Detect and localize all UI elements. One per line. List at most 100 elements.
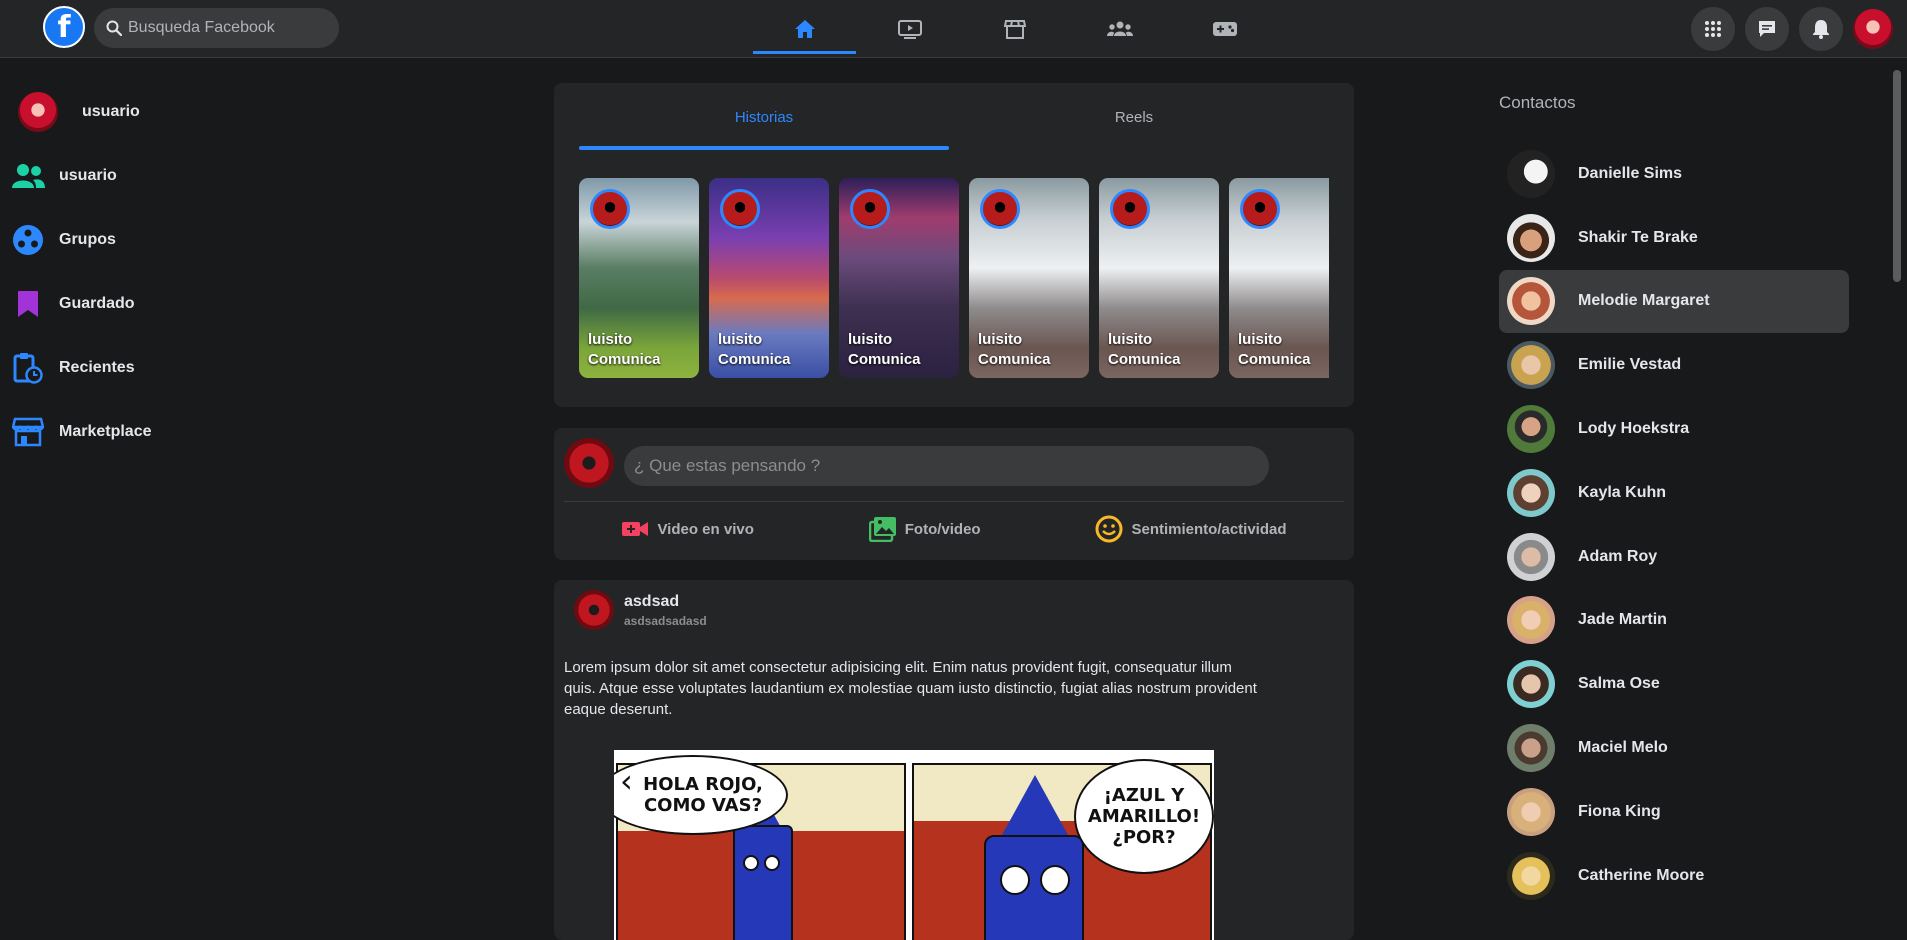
sidebar-item-saved[interactable]: Guardado [0, 272, 300, 336]
contact-item[interactable]: Catherine Moore [1499, 844, 1849, 908]
tab-reels[interactable]: Reels [949, 103, 1319, 148]
sidebar-profile-name: usuario [82, 103, 140, 120]
smiley-icon [1095, 515, 1123, 543]
contact-item[interactable]: Shakir Te Brake [1499, 206, 1849, 270]
messenger-icon [1759, 21, 1775, 37]
sidebar-item-friends[interactable]: usuario [0, 144, 300, 208]
action-label: Sentimiento/actividad [1131, 520, 1287, 538]
feed-post: asdsad asdsadsadasd Lorem ipsum dolor si… [554, 580, 1354, 940]
contact-item[interactable]: Melodie Margaret [1499, 269, 1849, 334]
contact-item[interactable]: Lody Hoekstra [1499, 397, 1849, 461]
contact-name: Catherine Moore [1578, 866, 1705, 884]
sidebar-item-profile[interactable]: usuario [0, 80, 300, 144]
nav-tab-marketplace[interactable] [962, 0, 1067, 58]
contact-item[interactable]: Adam Roy [1499, 525, 1849, 589]
story-card[interactable]: luisito Comunica [839, 178, 959, 378]
avatar [1507, 277, 1555, 326]
story-avatar [850, 189, 890, 229]
feeling-activity-button[interactable]: Sentimiento/actividad [1095, 515, 1287, 543]
profile-avatar[interactable] [1853, 9, 1893, 49]
contact-name: Danielle Sims [1578, 164, 1683, 182]
sidebar-item-label: Guardado [59, 295, 135, 312]
header-actions [1691, 7, 1893, 51]
story-card[interactable]: luisito Comunica [1099, 178, 1219, 378]
composer-input[interactable] [624, 446, 1269, 486]
sidebar-item-recent[interactable]: Recientes [0, 336, 300, 400]
story-name: luisito Comunica [1238, 331, 1311, 368]
nav-tab-watch[interactable] [857, 0, 962, 58]
stories-strip: luisito Comunica luisito Comunica luisit… [579, 178, 1329, 378]
avatar [564, 438, 614, 488]
avatar [1507, 724, 1555, 773]
messenger-button[interactable] [1745, 7, 1789, 51]
crayon-eye [1000, 865, 1030, 895]
contact-item[interactable]: Fiona King [1499, 780, 1849, 844]
nav-tab-gaming[interactable] [1172, 0, 1277, 58]
story-avatar [1110, 189, 1150, 229]
blue-crayon [733, 825, 793, 940]
contact-item[interactable]: Salma Ose [1499, 652, 1849, 716]
story-name: luisito Comunica [978, 331, 1051, 368]
story-card[interactable]: luisito Comunica [1229, 178, 1329, 378]
story-name: luisito Comunica [588, 331, 661, 368]
photo-video-button[interactable]: Foto/video [868, 516, 981, 542]
contact-item[interactable]: Emilie Vestad [1499, 333, 1849, 397]
photo-icon [868, 517, 896, 542]
search-box[interactable] [94, 8, 339, 48]
story-name: luisito Comunica [1108, 331, 1181, 368]
avatar [1507, 532, 1555, 581]
gaming-icon [1212, 22, 1237, 36]
groups-icon [1106, 21, 1133, 36]
avatar [1507, 405, 1555, 454]
composer-actions: Video en vivo Foto/video Sentimiento/act… [564, 506, 1344, 552]
live-video-icon [622, 522, 649, 536]
menu-button[interactable] [1691, 7, 1735, 51]
contact-item[interactable]: Kayla Kuhn [1499, 461, 1849, 525]
speech-bubble-right: ¡AZUL Y AMARILLO! ¿POR? [1074, 759, 1214, 874]
contact-item[interactable]: Jade Martin [1499, 589, 1849, 653]
marketplace-icon [10, 414, 46, 450]
contact-item[interactable]: Danielle Sims [1499, 142, 1849, 206]
sidebar-item-label: Marketplace [59, 423, 152, 440]
search-input[interactable] [128, 19, 328, 37]
search-icon [106, 20, 122, 36]
contact-name: Shakir Te Brake [1578, 228, 1698, 246]
crayon-eye [1040, 865, 1070, 895]
comic-panel-right: ¡AZUL Y AMARILLO! ¿POR? [912, 759, 1214, 940]
story-card[interactable]: luisito Comunica [969, 178, 1089, 378]
contact-item[interactable]: Maciel Melo [1499, 716, 1849, 780]
page-scrollbar[interactable] [1893, 70, 1901, 282]
story-name: luisito Comunica [848, 331, 921, 368]
facebook-logo-icon[interactable]: f [43, 6, 85, 48]
left-sidebar: usuario usuario Grupos Guardado Reciente… [0, 80, 300, 464]
sidebar-item-groups[interactable]: Grupos [0, 208, 300, 272]
story-avatar [720, 189, 760, 229]
post-subtitle: asdsadsadasd [624, 614, 707, 628]
nav-tab-groups[interactable] [1067, 0, 1172, 58]
live-video-button[interactable]: Video en vivo [621, 519, 754, 539]
story-card[interactable]: luisito Comunica [709, 178, 829, 378]
contact-name: Jade Martin [1578, 611, 1667, 629]
crayon-tip [1002, 775, 1068, 835]
notifications-icon [1813, 20, 1829, 39]
contacts-title: Contactos [1499, 93, 1576, 112]
avatar[interactable] [574, 590, 614, 630]
post-image[interactable]: HOLA ROJO, COMO VAS? ¡AZUL Y AMARILLO! ¿… [614, 750, 1214, 940]
story-card[interactable]: luisito Comunica [579, 178, 699, 378]
contact-name: Lody Hoekstra [1578, 420, 1690, 438]
crayon-eye [764, 855, 780, 871]
tab-historias[interactable]: Historias [579, 103, 949, 150]
sidebar-item-label: Grupos [59, 231, 116, 248]
post-composer: Video en vivo Foto/video Sentimiento/act… [554, 428, 1354, 560]
action-label: Foto/video [904, 520, 981, 538]
story-avatar [980, 189, 1020, 229]
divider [564, 501, 1344, 502]
avatar [18, 92, 58, 132]
sidebar-item-marketplace[interactable]: Marketplace [0, 400, 300, 464]
nav-tab-home[interactable] [752, 0, 857, 58]
chevron-left-icon[interactable]: ‹ [620, 762, 633, 800]
post-author[interactable]: asdsad [624, 593, 679, 611]
marketplace-icon [1003, 20, 1026, 39]
comic-panel-left: HOLA ROJO, COMO VAS? [614, 755, 906, 940]
notifications-button[interactable] [1799, 7, 1843, 51]
